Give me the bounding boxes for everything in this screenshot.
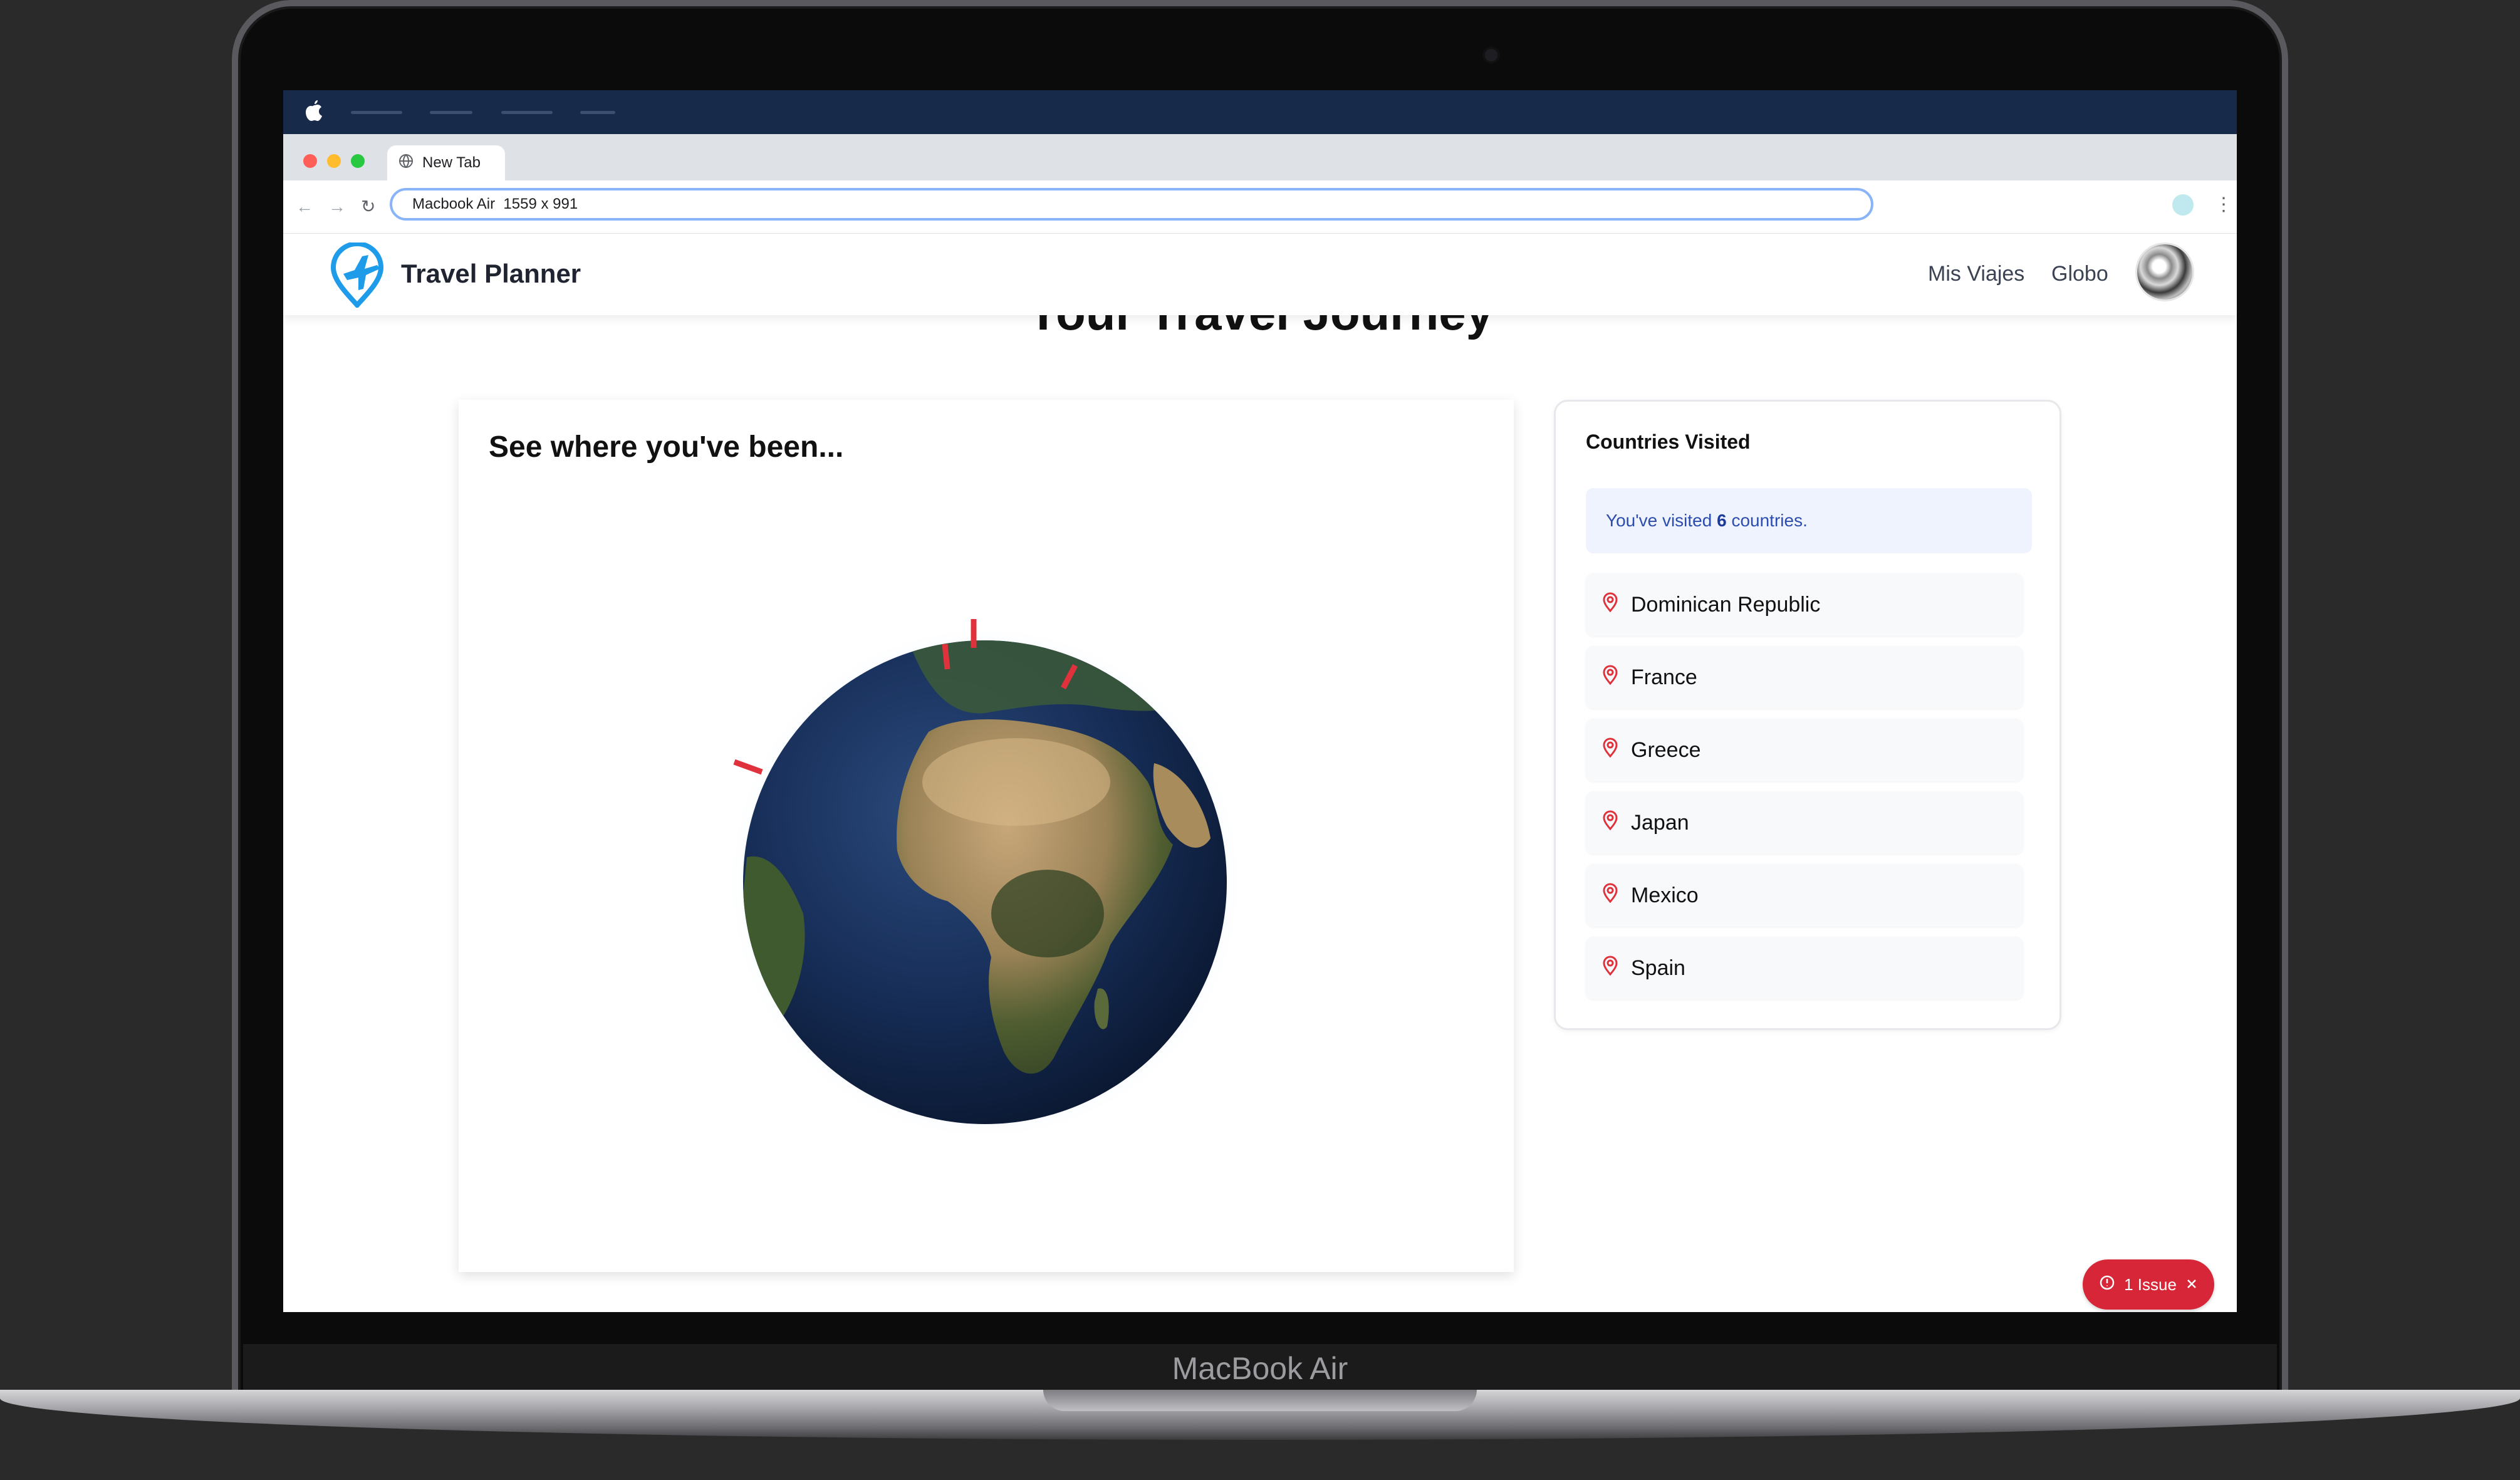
- map-pin-icon: [1602, 956, 1618, 981]
- more-menu-icon[interactable]: ⋮: [2214, 194, 2233, 216]
- list-item[interactable]: Dominican Republic: [1586, 573, 2023, 636]
- list-item[interactable]: Spain: [1586, 937, 2023, 999]
- issue-label: 1 Issue: [2124, 1274, 2177, 1294]
- country-name: Spain: [1631, 956, 1685, 980]
- map-pin-icon: [1602, 665, 1618, 690]
- plane-pin-icon[interactable]: [327, 241, 387, 310]
- map-pin-icon: [1602, 883, 1618, 909]
- avatar[interactable]: [2135, 242, 2194, 301]
- menu-placeholder: [501, 111, 553, 114]
- tab-title: New Tab: [422, 154, 481, 171]
- list-item[interactable]: France: [1586, 646, 2023, 709]
- list-item[interactable]: Mexico: [1586, 864, 2023, 927]
- back-icon[interactable]: ←: [296, 195, 313, 218]
- os-menubar: [283, 90, 2237, 134]
- apple-icon[interactable]: [303, 99, 325, 124]
- visited-marker: [942, 644, 950, 670]
- globe-card-title: See where you've been...: [489, 430, 844, 464]
- map-pin-icon: [1602, 737, 1618, 763]
- screen: New Tab ← → ↻ Macbook Air 1559 x 991 ⋮ Y…: [283, 90, 2237, 1312]
- issue-badge[interactable]: 1 Issue: [2083, 1259, 2214, 1310]
- country-name: Dominican Republic: [1631, 592, 1821, 617]
- address-bar[interactable]: Macbook Air 1559 x 991: [390, 188, 1873, 221]
- nav-mis-viajes[interactable]: Mis Viajes: [1928, 262, 2024, 286]
- visited-suffix: countries.: [1726, 511, 1808, 530]
- country-name: Japan: [1631, 810, 1689, 835]
- visited-summary: You've visited 6 countries.: [1586, 488, 2032, 553]
- close-window-button[interactable]: [303, 154, 317, 168]
- alert-circle-icon: [2099, 1274, 2115, 1295]
- list-item[interactable]: Greece: [1586, 719, 2023, 781]
- visited-count: 6: [1717, 511, 1727, 530]
- country-name: France: [1631, 665, 1697, 689]
- visited-prefix: You've visited: [1606, 511, 1717, 530]
- browser-toolbar: ← → ↻ Macbook Air 1559 x 991 ⋮: [283, 180, 2237, 234]
- world-globe[interactable]: [722, 619, 1248, 1145]
- browser-tab[interactable]: New Tab: [387, 145, 505, 180]
- app-title[interactable]: Travel Planner: [401, 259, 581, 289]
- nav-globo[interactable]: Globo: [2051, 262, 2108, 286]
- zoom-window-button[interactable]: [351, 154, 365, 168]
- minimize-window-button[interactable]: [327, 154, 341, 168]
- profile-icon[interactable]: [2172, 194, 2194, 216]
- menu-placeholder: [430, 111, 472, 114]
- close-icon[interactable]: [2185, 1275, 2198, 1295]
- app-header: Travel Planner Mis Viajes Globo: [283, 234, 2237, 315]
- laptop-notch: [1043, 1390, 1477, 1411]
- countries-card: Countries Visited You've visited 6 count…: [1554, 400, 2061, 1030]
- browser-tabstrip: New Tab: [283, 134, 2237, 180]
- camera: [1485, 49, 1497, 61]
- countries-card-title: Countries Visited: [1586, 430, 1751, 453]
- country-name: Mexico: [1631, 883, 1699, 907]
- map-pin-icon: [1602, 592, 1618, 618]
- list-item[interactable]: Japan: [1586, 791, 2023, 854]
- menu-placeholder: [351, 111, 402, 114]
- globe-icon: [398, 154, 414, 173]
- device-brand-label: MacBook Air: [1172, 1351, 1348, 1386]
- reload-icon[interactable]: ↻: [361, 195, 375, 218]
- menu-placeholder: [580, 111, 615, 114]
- country-name: Greece: [1631, 737, 1701, 762]
- globe-card: See where you've been...: [459, 400, 1514, 1272]
- forward-icon[interactable]: →: [328, 195, 346, 218]
- map-pin-icon: [1602, 810, 1618, 836]
